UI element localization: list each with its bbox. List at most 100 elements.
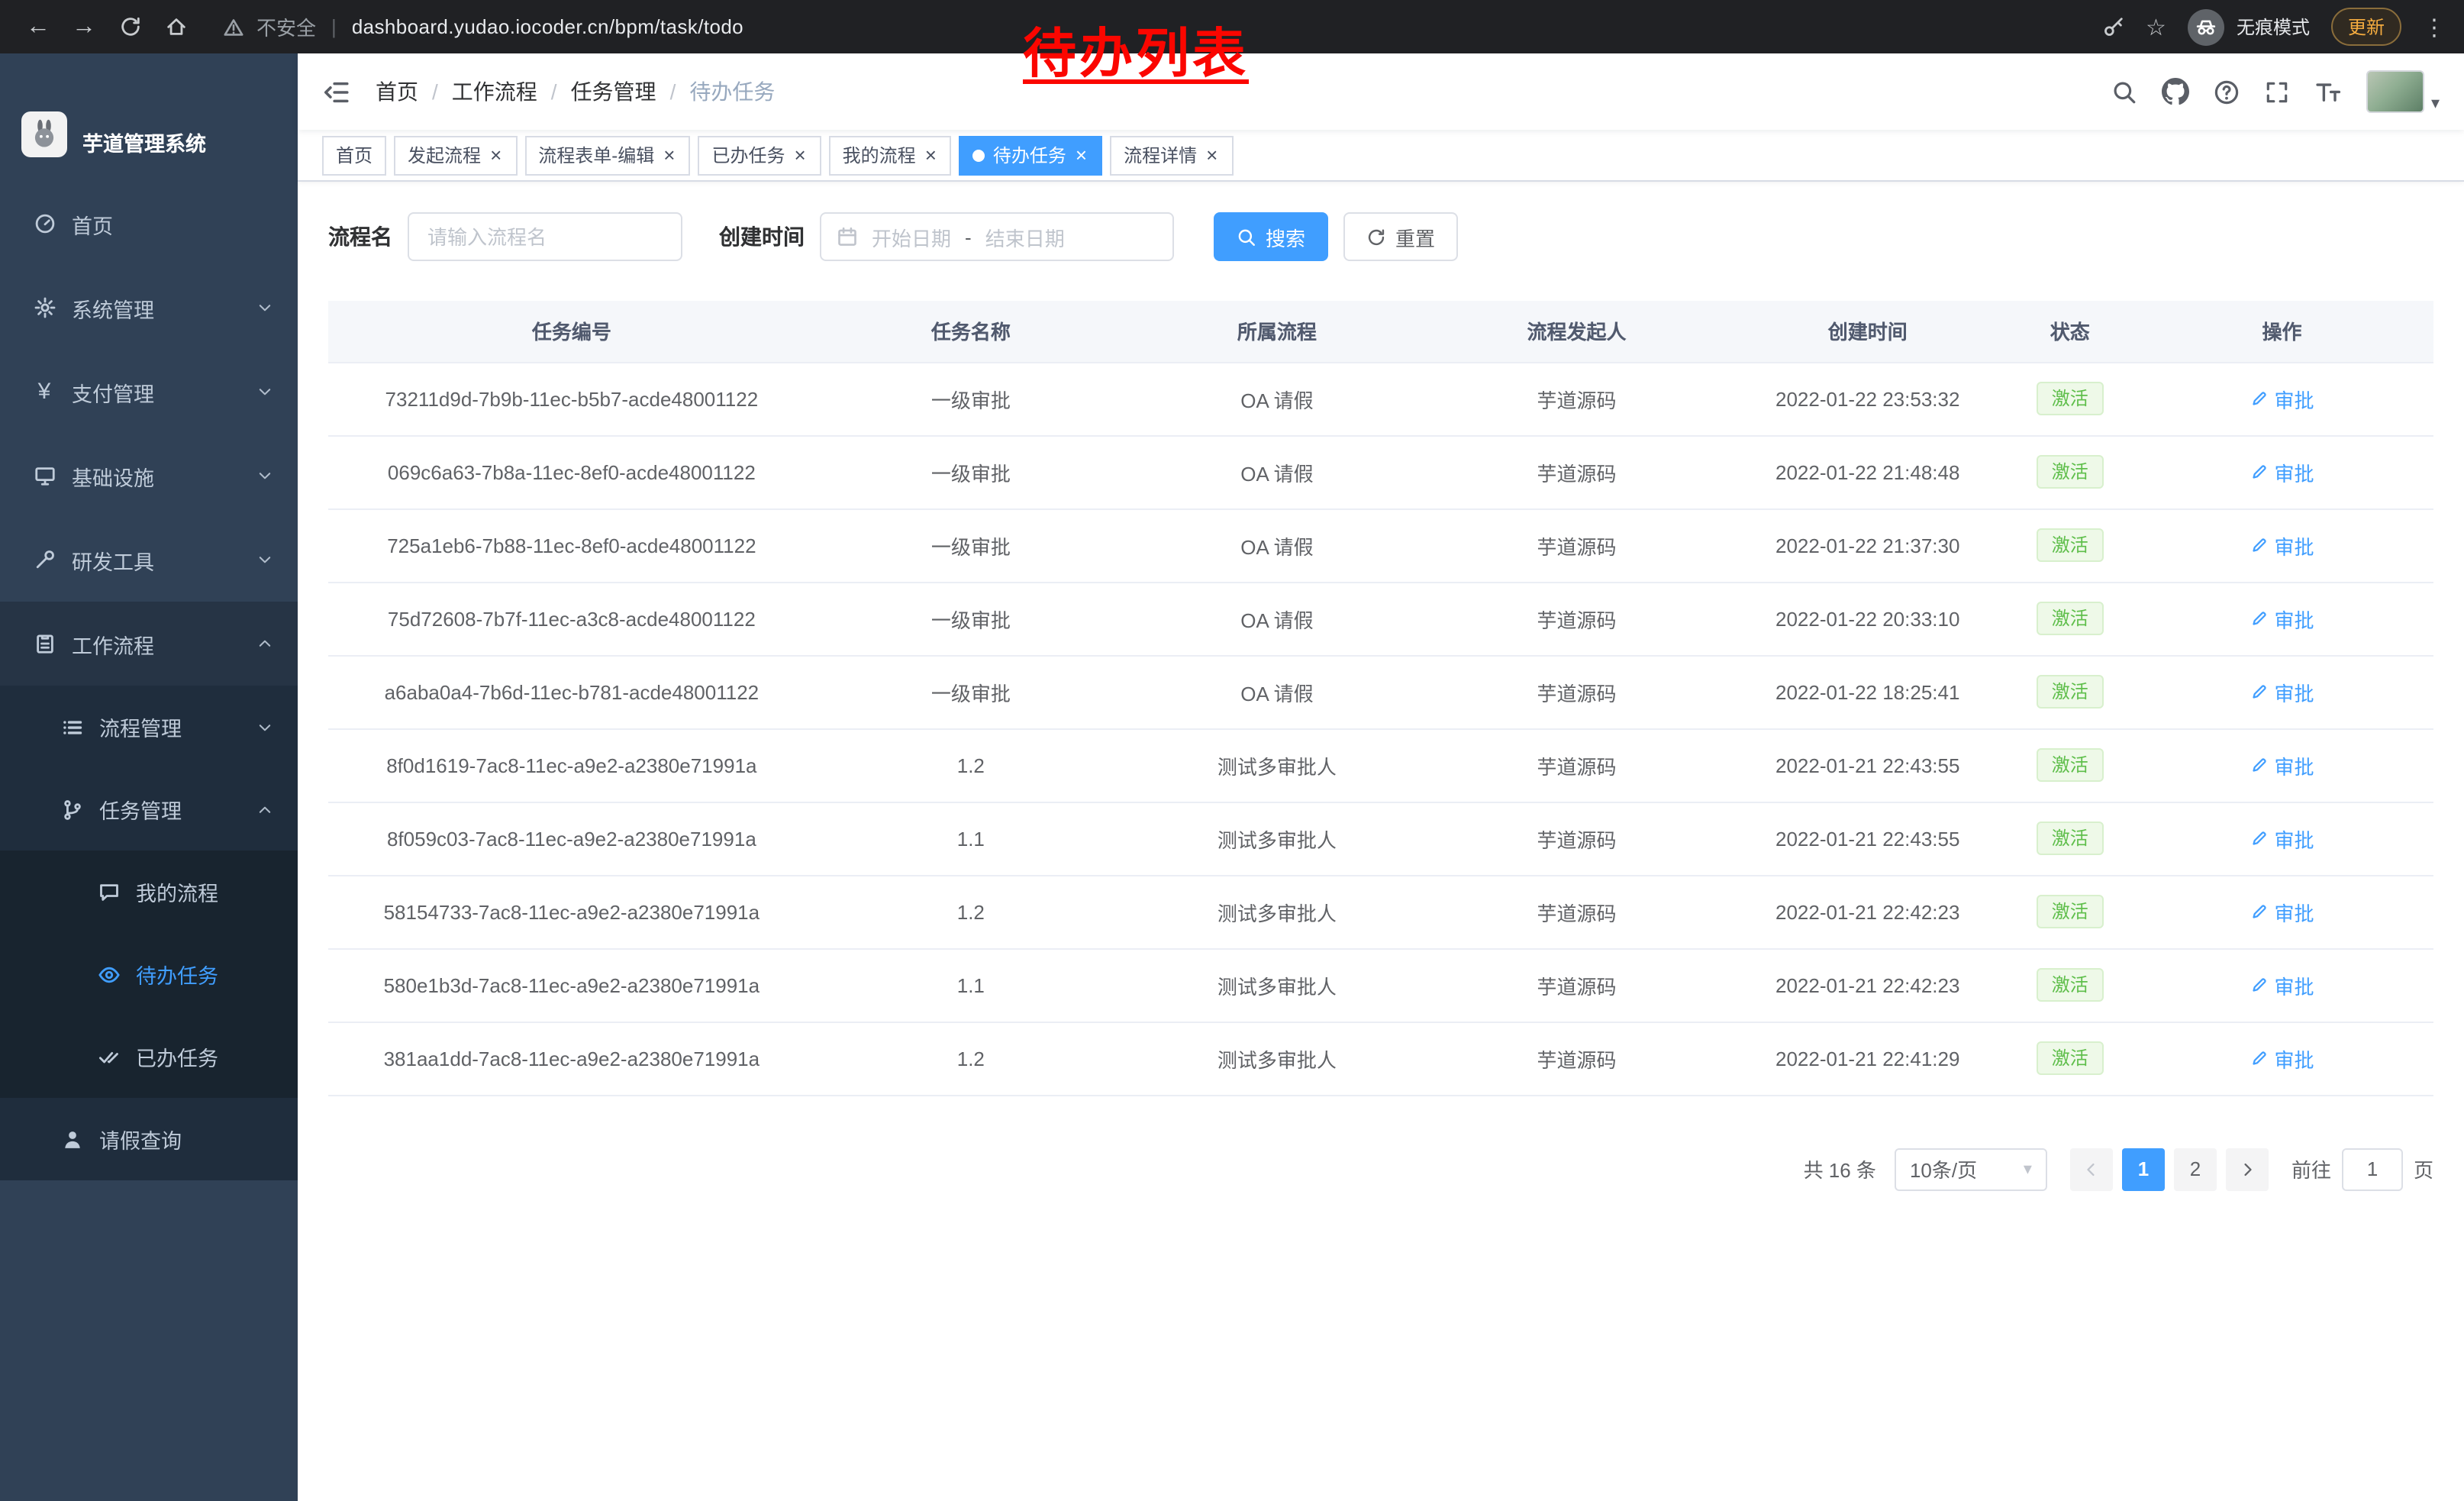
search-button[interactable]: 搜索	[1214, 212, 1328, 261]
incognito-badge[interactable]: 无痕模式	[2188, 8, 2310, 45]
active-tab-dot	[973, 149, 985, 161]
tab-close-icon[interactable]: ×	[924, 145, 938, 165]
goto-page-input[interactable]	[2342, 1148, 2403, 1190]
created-cell: 2022-01-21 22:42:23	[1726, 875, 2009, 948]
status-badge: 激活	[2037, 528, 2104, 562]
monitor-icon	[31, 464, 58, 487]
reset-button[interactable]: 重置	[1343, 212, 1458, 261]
status-cell: 激活	[2009, 1022, 2130, 1095]
bookmark-star-icon[interactable]: ☆	[2146, 13, 2166, 40]
search-icon[interactable]	[2112, 79, 2138, 105]
sidebar-item-process-management[interactable]: 流程管理	[0, 686, 298, 768]
password-key-icon[interactable]	[2101, 15, 2124, 38]
approve-link[interactable]: 审批	[2250, 897, 2314, 926]
approve-link[interactable]: 审批	[2250, 384, 2314, 413]
initiator-cell: 芋道源码	[1427, 1022, 1726, 1095]
browser-refresh-icon[interactable]	[110, 7, 150, 47]
sidebar-item-my-processes[interactable]: 我的流程	[0, 851, 298, 933]
prev-page-button[interactable]	[2070, 1148, 2113, 1190]
next-page-button[interactable]	[2226, 1148, 2269, 1190]
sidebar-collapse-icon[interactable]	[322, 77, 351, 106]
approve-link[interactable]: 审批	[2250, 824, 2314, 853]
process-cell: 测试多审批人	[1127, 728, 1427, 802]
actions-cell: 审批	[2130, 1022, 2433, 1095]
sidebar-item-todo-tasks[interactable]: 待办任务	[0, 933, 298, 1015]
page-button-1[interactable]: 1	[2122, 1148, 2165, 1190]
created-cell: 2022-01-22 21:48:48	[1726, 435, 2009, 508]
browser-update-button[interactable]: 更新	[2331, 8, 2401, 46]
status-cell: 激活	[2009, 948, 2130, 1022]
page-button-2[interactable]: 2	[2174, 1148, 2217, 1190]
sidebar-item-payment[interactable]: ¥ 支付管理	[0, 350, 298, 434]
breadcrumb-task-management[interactable]: 任务管理	[571, 76, 656, 107]
tab-close-icon[interactable]: ×	[662, 145, 676, 165]
task-id-cell: 069c6a63-7b8a-11ec-8ef0-acde48001122	[328, 435, 815, 508]
github-icon[interactable]	[2162, 78, 2190, 105]
approve-link[interactable]: 审批	[2250, 457, 2314, 486]
chevron-down-icon	[256, 718, 273, 735]
approve-link[interactable]: 审批	[2250, 970, 2314, 999]
sidebar: 芋道管理系统 首页 系统管理 ¥ 支付管	[0, 53, 298, 1501]
chevron-down-icon	[256, 383, 273, 400]
status-cell: 激活	[2009, 435, 2130, 508]
tab-close-icon[interactable]: ×	[792, 145, 807, 165]
task-name-cell: 一级审批	[815, 582, 1127, 655]
tab-process-detail[interactable]: 流程详情 ×	[1110, 135, 1233, 175]
sidebar-item-done-tasks[interactable]: 已办任务	[0, 1015, 298, 1098]
task-name-cell: 一级审批	[815, 362, 1127, 435]
fullscreen-icon[interactable]	[2265, 79, 2291, 105]
table-row: 58154733-7ac8-11ec-a9e2-a2380e71991a 1.2…	[328, 875, 2433, 948]
col-created: 创建时间	[1726, 301, 2009, 362]
col-process: 所属流程	[1127, 301, 1427, 362]
tab-close-icon[interactable]: ×	[1205, 145, 1219, 165]
browser-forward-icon[interactable]: →	[64, 7, 104, 47]
process-cell: OA 请假	[1127, 655, 1427, 728]
process-cell: OA 请假	[1127, 508, 1427, 582]
sidebar-item-infrastructure[interactable]: 基础设施	[0, 434, 298, 518]
sidebar-item-home[interactable]: 首页	[0, 182, 298, 266]
breadcrumb-home[interactable]: 首页	[376, 76, 418, 107]
chevron-down-icon	[256, 467, 273, 484]
browser-back-icon[interactable]: ←	[18, 7, 58, 47]
browser-home-icon[interactable]	[156, 7, 195, 47]
chat-icon	[95, 880, 122, 903]
date-range-picker[interactable]: 开始日期 - 结束日期	[820, 212, 1174, 261]
process-name-input[interactable]	[408, 212, 682, 261]
tab-done-tasks[interactable]: 已办任务 ×	[698, 135, 821, 175]
tab-todo-tasks[interactable]: 待办任务 ×	[959, 135, 1102, 175]
approve-link[interactable]: 审批	[2250, 604, 2314, 633]
initiator-cell: 芋道源码	[1427, 948, 1726, 1022]
sidebar-item-devtools[interactable]: 研发工具	[0, 518, 298, 602]
address-bar[interactable]: 不安全 | dashboard.yudao.iocoder.cn/bpm/tas…	[223, 12, 2077, 41]
status-badge: 激活	[2037, 895, 2104, 928]
page-size-select[interactable]: 10条/页 ▾	[1895, 1148, 2047, 1190]
end-date-placeholder: 结束日期	[985, 222, 1065, 251]
breadcrumb-workflow[interactable]: 工作流程	[452, 76, 537, 107]
process-cell: 测试多审批人	[1127, 875, 1427, 948]
approve-link[interactable]: 审批	[2250, 1044, 2314, 1073]
sidebar-item-workflow[interactable]: 工作流程	[0, 602, 298, 686]
actions-cell: 审批	[2130, 362, 2433, 435]
tab-process-form-edit[interactable]: 流程表单-编辑 ×	[524, 135, 690, 175]
sidebar-item-task-management[interactable]: 任务管理	[0, 768, 298, 851]
user-avatar[interactable]: ▾	[2367, 70, 2440, 113]
font-size-icon[interactable]	[2315, 78, 2343, 105]
sidebar-item-leave-query[interactable]: 请假查询	[0, 1098, 298, 1180]
process-cell: 测试多审批人	[1127, 1022, 1427, 1095]
tab-start-process[interactable]: 发起流程 ×	[394, 135, 517, 175]
approve-link[interactable]: 审批	[2250, 750, 2314, 780]
created-cell: 2022-01-22 20:33:10	[1726, 582, 2009, 655]
dashboard-icon	[31, 212, 58, 235]
browser-menu-icon[interactable]: ⋮	[2423, 13, 2446, 40]
help-icon[interactable]	[2214, 79, 2240, 105]
tab-home[interactable]: 首页	[322, 135, 386, 175]
approve-link[interactable]: 审批	[2250, 531, 2314, 560]
tab-my-processes[interactable]: 我的流程 ×	[829, 135, 952, 175]
process-name-label: 流程名	[328, 221, 392, 252]
approve-link[interactable]: 审批	[2250, 677, 2314, 706]
tab-close-icon[interactable]: ×	[1074, 145, 1088, 165]
status-badge: 激活	[2037, 748, 2104, 782]
tab-close-icon[interactable]: ×	[489, 145, 503, 165]
sidebar-item-system[interactable]: 系统管理	[0, 266, 298, 350]
list-icon	[58, 715, 85, 738]
